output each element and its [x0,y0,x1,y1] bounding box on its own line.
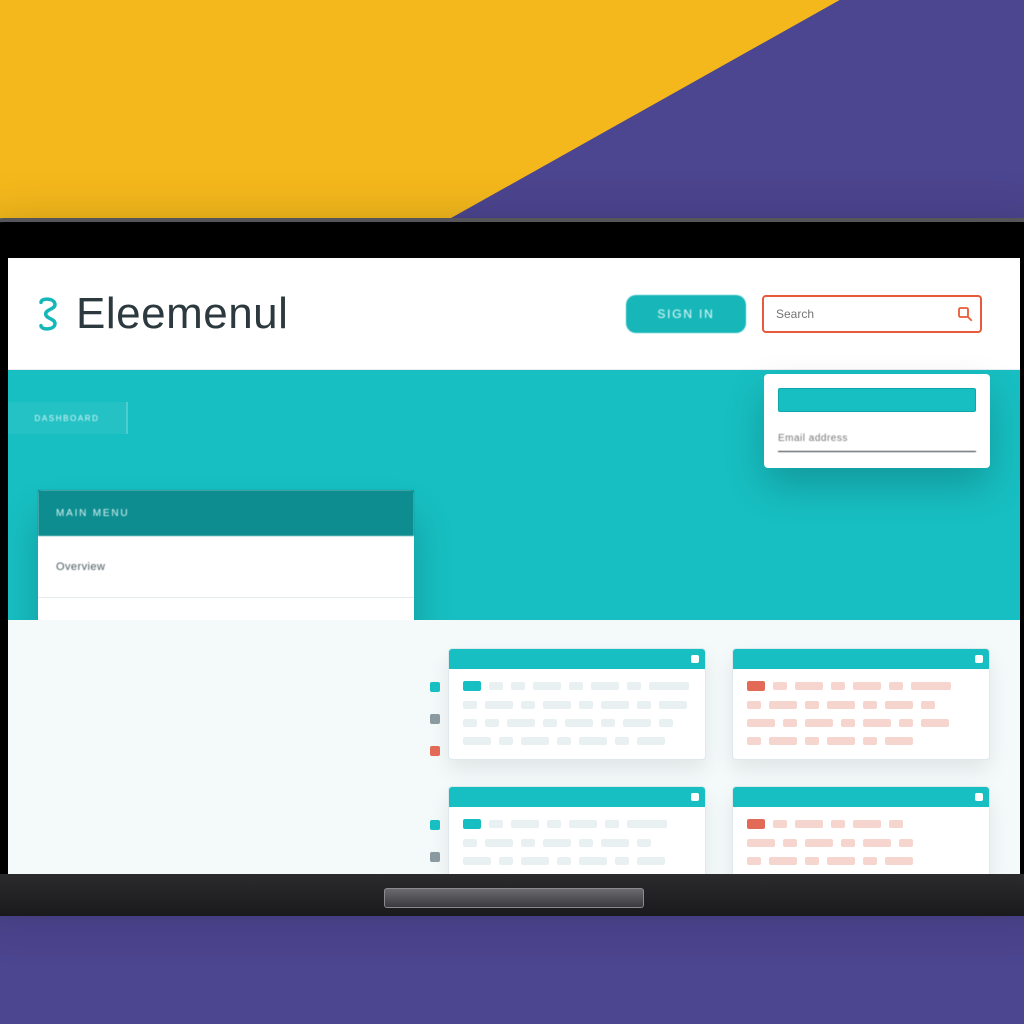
table-row [463,857,691,865]
laptop-device: Eleemenul SIGN IN [0,218,1024,938]
widget-body [449,669,705,759]
widget-control-icon[interactable] [975,655,983,663]
widget-header [449,787,705,807]
primary-cta-button[interactable]: SIGN IN [626,295,746,333]
search-input[interactable] [762,295,982,333]
mark-dot-icon [430,852,440,862]
widget-side-marks [430,682,440,756]
widget-header [733,787,989,807]
login-submit-button[interactable] [778,388,976,412]
row-indicator-icon [463,681,481,691]
table-row [463,839,691,847]
table-row [463,719,691,727]
breadcrumb[interactable]: DASHBOARD [8,402,128,434]
topbar-actions: SIGN IN [626,295,982,333]
data-widget[interactable] [448,648,706,760]
laptop-bezel: Eleemenul SIGN IN [0,218,1024,878]
mark-dot-icon [430,714,440,724]
app-screen: Eleemenul SIGN IN [8,258,1020,874]
table-row [463,737,691,745]
app-topbar: Eleemenul SIGN IN [8,258,1020,370]
table-row [747,681,975,691]
widget-wrap [448,648,706,760]
table-row [463,681,691,691]
search-icon [956,305,974,323]
widget-wrap [448,786,706,874]
mark-dot-icon [430,682,440,692]
login-username-input[interactable] [778,426,976,452]
brand-logo-icon [34,295,62,333]
row-indicator-icon [747,681,765,691]
main-surface [8,620,1020,874]
widget-body [733,669,989,759]
sidebar-header: MAIN MENU [38,490,414,536]
breadcrumb-label: DASHBOARD [34,414,99,423]
widget-header [733,649,989,669]
table-row [747,819,975,829]
hero-band: DASHBOARD MAIN MENU Overview [8,370,1020,620]
widget-side-marks [430,820,440,874]
table-row [747,737,975,745]
mark-dot-icon [430,820,440,830]
row-indicator-icon [463,819,481,829]
table-row [747,857,975,865]
app-brand[interactable]: Eleemenul [34,289,288,339]
table-row [747,701,975,709]
brand-name: Eleemenul [76,289,288,339]
search-wrap [762,295,982,333]
widget-wrap [732,648,990,760]
mark-dot-icon [430,746,440,756]
table-row [463,819,691,829]
data-widget[interactable] [448,786,706,874]
data-widget[interactable] [732,648,990,760]
data-widget[interactable] [732,786,990,874]
widget-body [449,807,705,874]
widget-wrap [732,786,990,874]
table-row [747,719,975,727]
login-card [764,374,990,468]
widget-header [449,649,705,669]
widget-grid [448,648,990,874]
row-indicator-icon [747,819,765,829]
widget-body [733,807,989,874]
widget-control-icon[interactable] [691,793,699,801]
widget-control-icon[interactable] [691,655,699,663]
widget-control-icon[interactable] [975,793,983,801]
promo-backdrop: Eleemenul SIGN IN [0,0,1024,1024]
table-row [747,839,975,847]
table-row [463,701,691,709]
sidebar-item[interactable]: Overview [38,536,414,598]
sidebar-item-label: Overview [56,561,105,573]
laptop-hinge [384,888,644,908]
